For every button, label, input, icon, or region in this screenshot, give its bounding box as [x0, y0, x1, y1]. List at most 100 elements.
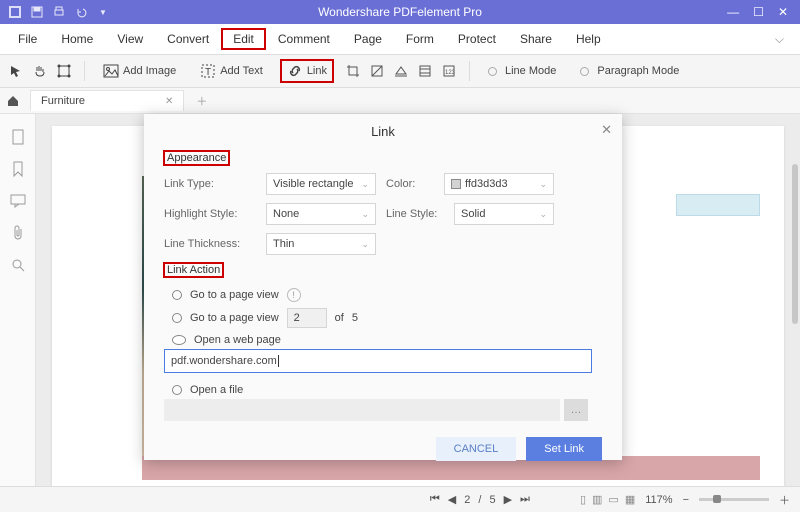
- goto-view-radio[interactable]: [172, 290, 182, 300]
- info-icon[interactable]: !: [287, 288, 301, 302]
- line-mode-radio[interactable]: Line Mode: [482, 62, 562, 80]
- goto-page-radio[interactable]: [172, 313, 182, 323]
- page-number-input[interactable]: 2: [287, 308, 327, 328]
- link-icon: [287, 63, 303, 79]
- next-page-icon[interactable]: ▶: [504, 493, 512, 506]
- app-title: Wondershare PDFelement Pro: [318, 5, 482, 19]
- single-page-icon[interactable]: ▯: [580, 493, 586, 506]
- background-icon[interactable]: [393, 63, 409, 79]
- open-web-radio[interactable]: [172, 335, 186, 345]
- document-tabbar: Furniture ✕ ＋: [0, 88, 800, 114]
- header-footer-icon[interactable]: [417, 63, 433, 79]
- add-text-button[interactable]: T Add Text: [194, 60, 269, 82]
- zoom-value: 117%: [645, 494, 672, 506]
- search-panel-icon[interactable]: [9, 256, 27, 274]
- highlight-style-select[interactable]: None⌄: [266, 203, 376, 225]
- color-swatch: [451, 179, 461, 189]
- dialog-title: Link: [371, 124, 395, 139]
- paragraph-mode-radio[interactable]: Paragraph Mode: [574, 62, 685, 80]
- line-style-select[interactable]: Solid⌄: [454, 203, 554, 225]
- zoom-slider[interactable]: [699, 498, 769, 501]
- link-label: Link: [307, 65, 327, 77]
- grid-view-icon[interactable]: ▦: [625, 493, 635, 506]
- new-tab-button[interactable]: ＋: [190, 93, 213, 109]
- menu-file[interactable]: File: [6, 28, 49, 50]
- add-image-label: Add Image: [123, 65, 176, 77]
- thumbnails-icon[interactable]: [9, 128, 27, 146]
- cancel-button[interactable]: CANCEL: [436, 437, 517, 461]
- bookmarks-icon[interactable]: [9, 160, 27, 178]
- tab-close-icon[interactable]: ✕: [165, 96, 173, 107]
- chevron-down-icon: ⌄: [361, 179, 369, 190]
- title-bar: ▼ Wondershare PDFelement Pro ― ☐ ✕: [0, 0, 800, 24]
- menu-share[interactable]: Share: [508, 28, 564, 50]
- first-page-icon[interactable]: ⏮: [430, 493, 440, 506]
- zoom-in-icon[interactable]: ＋: [779, 492, 790, 508]
- open-file-label: Open a file: [190, 384, 243, 396]
- menu-convert[interactable]: Convert: [155, 28, 221, 50]
- line-thickness-label: Line Thickness:: [164, 238, 256, 250]
- vertical-scrollbar[interactable]: [792, 164, 798, 324]
- side-panel: [0, 114, 36, 486]
- text-icon: T: [200, 63, 216, 79]
- attachments-icon[interactable]: [9, 224, 27, 242]
- menu-help[interactable]: Help: [564, 28, 613, 50]
- link-type-label: Link Type:: [164, 178, 256, 190]
- comments-icon[interactable]: [9, 192, 27, 210]
- home-tab-icon[interactable]: [6, 94, 24, 108]
- menu-edit[interactable]: Edit: [221, 28, 266, 50]
- collapse-ribbon-icon[interactable]: ⌵: [765, 28, 794, 51]
- link-action-heading: Link Action: [164, 263, 223, 277]
- total-pages: 5: [352, 312, 358, 324]
- prev-page-icon[interactable]: ◀: [448, 493, 456, 506]
- last-page-icon[interactable]: ⏭: [520, 493, 530, 506]
- line-thickness-select[interactable]: Thin⌄: [266, 233, 376, 255]
- page-current[interactable]: 2: [464, 494, 470, 506]
- document-tab[interactable]: Furniture ✕: [30, 90, 184, 111]
- menu-protect[interactable]: Protect: [446, 28, 508, 50]
- close-button[interactable]: ✕: [778, 5, 788, 19]
- dialog-close-icon[interactable]: ✕: [601, 122, 612, 138]
- add-image-button[interactable]: Add Image: [97, 60, 182, 82]
- undo-icon[interactable]: [74, 5, 88, 19]
- open-web-label: Open a web page: [194, 334, 281, 346]
- file-path-input[interactable]: [164, 399, 560, 421]
- continuous-icon[interactable]: ▥: [592, 493, 602, 506]
- qat-dropdown-icon[interactable]: ▼: [96, 5, 110, 19]
- select-tool-icon[interactable]: [8, 63, 24, 79]
- maximize-button[interactable]: ☐: [753, 5, 764, 19]
- url-input[interactable]: pdf.wondershare.com: [164, 349, 592, 373]
- crop-icon[interactable]: [345, 63, 361, 79]
- set-link-button[interactable]: Set Link: [526, 437, 602, 461]
- browse-file-button[interactable]: …: [564, 399, 588, 421]
- edit-toolbar: Add Image T Add Text Link 123 Line Mode …: [0, 54, 800, 88]
- color-label: Color:: [386, 178, 434, 190]
- edit-object-icon[interactable]: [56, 63, 72, 79]
- menu-comment[interactable]: Comment: [266, 28, 342, 50]
- watermark-icon[interactable]: [369, 63, 385, 79]
- tab-title: Furniture: [41, 95, 85, 107]
- save-icon[interactable]: [30, 5, 44, 19]
- chevron-down-icon: ⌄: [361, 239, 369, 250]
- appearance-heading: Appearance: [164, 151, 229, 165]
- link-button[interactable]: Link: [281, 60, 333, 82]
- image-icon: [103, 63, 119, 79]
- goto-page-label: Go to a page view: [190, 312, 279, 324]
- app-icon: [8, 5, 22, 19]
- menu-form[interactable]: Form: [394, 28, 446, 50]
- menu-page[interactable]: Page: [342, 28, 394, 50]
- zoom-out-icon[interactable]: −: [683, 494, 689, 506]
- minimize-button[interactable]: ―: [727, 5, 739, 19]
- hand-tool-icon[interactable]: [32, 63, 48, 79]
- link-annotation-preview[interactable]: [676, 194, 760, 216]
- open-file-radio[interactable]: [172, 385, 182, 395]
- bates-icon[interactable]: 123: [441, 63, 457, 79]
- menu-home[interactable]: Home: [49, 28, 105, 50]
- two-page-icon[interactable]: ▭: [608, 493, 618, 506]
- menu-view[interactable]: View: [105, 28, 155, 50]
- print-icon[interactable]: [52, 5, 66, 19]
- color-select[interactable]: ffd3d3d3⌄: [444, 173, 554, 195]
- highlight-style-label: Highlight Style:: [164, 208, 256, 220]
- goto-view-label: Go to a page view: [190, 289, 279, 301]
- link-type-select[interactable]: Visible rectangle⌄: [266, 173, 376, 195]
